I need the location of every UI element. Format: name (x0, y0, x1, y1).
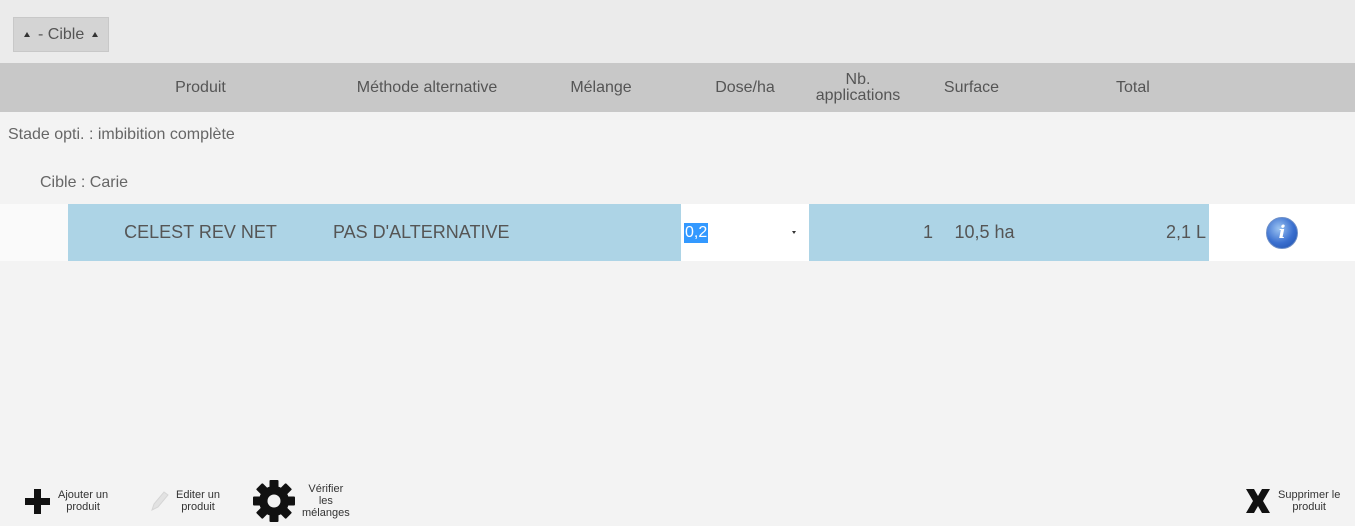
cell-total[interactable]: 2,1 L (1036, 204, 1209, 261)
add-product-button[interactable]: Ajouter un produit (22, 478, 108, 524)
group-by-label: - Cible (38, 25, 85, 43)
table-row[interactable]: CELEST REV NET PAS D'ALTERNATIVE 0,2 1 1… (0, 204, 1355, 261)
sort-up-icon[interactable] (92, 32, 99, 37)
dose-dropdown-button[interactable] (778, 204, 809, 261)
dose-input[interactable]: 0,2 (681, 204, 778, 261)
cell-surface[interactable]: 10,5 ha (933, 204, 1036, 261)
dropdown-arrow-icon (791, 231, 796, 234)
gear-icon (253, 480, 295, 522)
delete-product-button[interactable]: Supprimer le produit (1244, 478, 1340, 524)
x-icon (1246, 489, 1270, 513)
verify-mixtures-label: Vérifier les mélanges (302, 483, 350, 519)
cell-nb-applications[interactable]: 1 (809, 204, 933, 261)
stade-group-label: Stade opti. : imbibition complète (8, 126, 235, 143)
sort-up-icon[interactable] (24, 32, 30, 37)
info-icon[interactable]: i (1266, 216, 1298, 249)
cell-methode[interactable]: PAS D'ALTERNATIVE (333, 204, 521, 261)
add-product-label: Ajouter un produit (58, 489, 109, 513)
column-header-produit[interactable]: Produit (68, 63, 333, 112)
column-header-nb-applications[interactable]: Nb. applications (809, 63, 907, 112)
delete-product-label: Supprimer le produit (1278, 489, 1341, 513)
pencil-icon (151, 491, 169, 511)
info-cell: i (1209, 204, 1355, 261)
verify-mixtures-button[interactable]: Vérifier les mélanges (252, 478, 350, 524)
cell-produit[interactable]: CELEST REV NET (68, 204, 333, 261)
table-header: Produit Méthode alternative Mélange Dose… (0, 63, 1355, 112)
column-header-melange[interactable]: Mélange (521, 63, 681, 112)
group-by-cible-chip[interactable]: - Cible (13, 17, 110, 52)
column-header-nb-line1: Nb. (845, 70, 871, 88)
cible-group-label: Cible : Carie (40, 174, 129, 191)
edit-product-label: Editer un produit (176, 489, 221, 513)
edit-product-button[interactable]: Editer un produit (148, 478, 220, 524)
dose-value: 0,2 (684, 222, 709, 243)
column-header-total[interactable]: Total (1036, 63, 1209, 112)
column-header-nb-line2: applications (815, 86, 901, 104)
column-header-surface[interactable]: Surface (907, 63, 1036, 112)
cell-melange[interactable] (521, 204, 681, 261)
column-header-dose[interactable]: Dose/ha (681, 63, 809, 112)
group-by-bar: - Cible (0, 0, 1355, 63)
column-header-methode[interactable]: Méthode alternative (333, 63, 521, 112)
plus-icon (25, 489, 50, 514)
